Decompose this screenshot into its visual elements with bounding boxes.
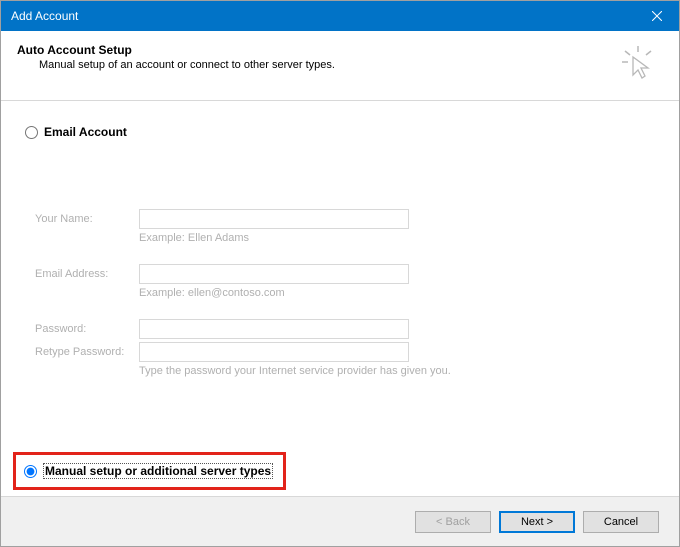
wizard-content: Email Account Your Name: Example: Ellen … bbox=[1, 101, 679, 496]
password-label: Password: bbox=[35, 323, 139, 335]
password-row: Password: bbox=[35, 319, 659, 339]
retype-password-row: Retype Password: bbox=[35, 342, 659, 362]
your-name-row: Your Name: bbox=[35, 209, 659, 229]
wizard-footer: < Back Next > Cancel bbox=[1, 496, 679, 546]
password-field bbox=[139, 319, 409, 339]
wizard-header: Auto Account Setup Manual setup of an ac… bbox=[1, 31, 679, 101]
your-name-hint: Example: Ellen Adams bbox=[139, 232, 659, 244]
email-field bbox=[139, 264, 409, 284]
wizard-subtitle: Manual setup of an account or connect to… bbox=[39, 59, 621, 71]
cursor-click-icon bbox=[621, 45, 655, 84]
email-hint: Example: ellen@contoso.com bbox=[139, 287, 659, 299]
password-hint: Type the password your Internet service … bbox=[139, 365, 659, 377]
cancel-button[interactable]: Cancel bbox=[583, 511, 659, 533]
manual-setup-label: Manual setup or additional server types bbox=[43, 463, 273, 479]
close-button[interactable] bbox=[634, 1, 679, 31]
back-button: < Back bbox=[415, 511, 491, 533]
account-form: Your Name: Example: Ellen Adams Email Ad… bbox=[35, 209, 659, 377]
email-label: Email Address: bbox=[35, 268, 139, 280]
email-account-radio[interactable] bbox=[25, 126, 38, 139]
wizard-header-text: Auto Account Setup Manual setup of an ac… bbox=[17, 43, 621, 71]
email-account-label: Email Account bbox=[44, 125, 127, 139]
your-name-label: Your Name: bbox=[35, 213, 139, 225]
manual-setup-option[interactable]: Manual setup or additional server types bbox=[24, 463, 273, 479]
manual-setup-highlight: Manual setup or additional server types bbox=[13, 452, 286, 490]
retype-password-field bbox=[139, 342, 409, 362]
window-title: Add Account bbox=[11, 9, 78, 23]
titlebar: Add Account bbox=[1, 1, 679, 31]
add-account-window: Add Account Auto Account Setup Manual se… bbox=[0, 0, 680, 547]
your-name-field bbox=[139, 209, 409, 229]
email-row: Email Address: bbox=[35, 264, 659, 284]
retype-password-label: Retype Password: bbox=[35, 346, 139, 358]
email-account-option[interactable]: Email Account bbox=[25, 125, 659, 139]
wizard-title: Auto Account Setup bbox=[17, 43, 621, 57]
close-icon bbox=[652, 11, 662, 21]
next-button[interactable]: Next > bbox=[499, 511, 575, 533]
manual-setup-radio[interactable] bbox=[24, 465, 37, 478]
